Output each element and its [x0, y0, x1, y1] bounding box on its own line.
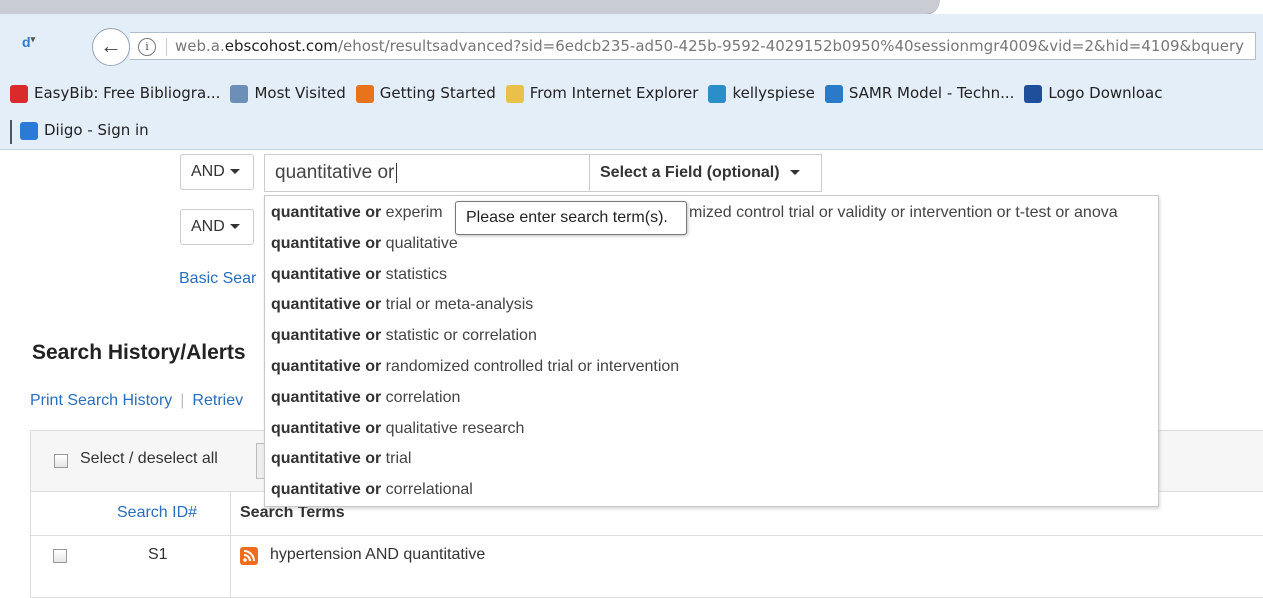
operator-value: AND: [191, 218, 225, 235]
suggestion-prefix: quantitative or: [271, 327, 382, 345]
suggestion-item[interactable]: quantitative or trial: [271, 444, 411, 474]
info-icon[interactable]: i: [138, 37, 156, 56]
url-prefix: web.a.: [175, 37, 225, 55]
header-divider: [31, 535, 1263, 536]
bookmarks-toolbar: EasyBib: Free Bibliogra... Most Visited Ge…: [10, 84, 1263, 108]
address-divider: [166, 37, 167, 56]
most-visited-icon: [230, 84, 249, 103]
bookmark-5[interactable]: SAMR Model - Techn...: [824, 84, 1015, 103]
validation-tooltip: Please enter search term(s).: [455, 201, 687, 235]
suggestion-text: trial or meta-analysis: [381, 296, 534, 314]
caret-down-icon: [789, 170, 800, 176]
suggestion-item[interactable]: quantitative or randomized controlled tr…: [271, 352, 679, 382]
bookmark-label: Logo Downloac: [1048, 84, 1163, 103]
diigo-icon: [20, 121, 38, 140]
suggestion-prefix: quantitative or: [271, 450, 382, 468]
suggestion-item[interactable]: quantitative or correlation: [271, 383, 460, 413]
autocomplete-dropdown: quantitative or experim quantitative or q…: [264, 195, 1159, 507]
page-icon: [824, 84, 843, 103]
caret-down-icon: [229, 224, 240, 230]
field-select-label: Select a Field (optional): [600, 164, 780, 181]
column-divider: [230, 491, 231, 598]
arrow-left-icon: ←: [100, 33, 122, 58]
field-select[interactable]: Select a Field (optional): [589, 154, 822, 192]
active-tab[interactable]: [0, 0, 940, 15]
url-path: /ehost/resultsadvanced?sid=6edcb235-ad50…: [337, 37, 1245, 55]
suggestion-text: qualitative research: [381, 419, 525, 437]
bookmark-label: Most Visited: [254, 84, 346, 103]
diigo-icon: d: [22, 34, 31, 50]
address-bar[interactable]: i web.a.ebscohost.com/ehost/resultsadvanc…: [130, 32, 1256, 60]
suggestion-item[interactable]: quantitative or statistic or correlation: [271, 321, 537, 351]
suggestion-text: randomized controlled trial or intervent…: [381, 358, 680, 375]
suggestion-text: correlational: [381, 481, 473, 499]
suggestion-item[interactable]: quantitative or trial or meta-analysis: [271, 290, 533, 320]
bookmark-1[interactable]: Most Visited: [230, 84, 346, 103]
suggestion-prefix: quantitative or: [271, 234, 382, 252]
suggestion-item[interactable]: quantitative or experim: [271, 198, 443, 228]
bookmark-label: SAMR Model - Techn...: [848, 84, 1015, 103]
retrieve-searches-link[interactable]: Retriev: [192, 392, 243, 409]
bookmark-4[interactable]: kellyspiese: [708, 84, 815, 103]
suggestion-prefix: quantitative or: [271, 419, 382, 437]
suggestion-prefix: quantitative or: [271, 204, 382, 221]
boolean-operator-select-1[interactable]: AND: [180, 154, 254, 190]
operator-value: AND: [191, 163, 225, 180]
wordpress-icon: [708, 84, 727, 103]
bookmark-label: Diigo - Sign in: [44, 121, 149, 140]
suggestion-text: experim: [381, 204, 443, 221]
link-separator: |: [180, 392, 185, 409]
suggestion-prefix: quantitative or: [271, 481, 382, 499]
firefox-icon: [355, 84, 374, 103]
suggestion-prefix: quantitative or: [271, 358, 382, 375]
url-domain: ebscohost.com: [224, 37, 338, 55]
boolean-operator-select-2[interactable]: AND: [180, 209, 254, 245]
suggestion-item[interactable]: quantitative or correlational: [271, 475, 473, 505]
suggestion-text-continued[interactable]: mized control trial or validity or inter…: [689, 198, 1118, 228]
print-search-history-link[interactable]: Print Search History: [30, 392, 172, 409]
back-button[interactable]: ←: [92, 28, 130, 66]
suggestion-text: qualitative: [381, 234, 458, 252]
suggestion-prefix: quantitative or: [271, 265, 382, 283]
suggestion-prefix: quantitative or: [271, 388, 382, 406]
suggestion-text: correlation: [381, 388, 461, 406]
bookmark-label: From Internet Explorer: [529, 84, 699, 103]
bookmark-0[interactable]: EasyBib: Free Bibliogra...: [10, 84, 220, 103]
easybib-icon: [10, 84, 28, 103]
search-history-title: Search History/Alerts: [32, 341, 246, 364]
bookmark-label: EasyBib: Free Bibliogra...: [34, 84, 221, 103]
text-cursor: [396, 162, 398, 183]
caret-down-icon: [229, 169, 240, 175]
folder-icon: [505, 84, 524, 103]
column-header-search-id[interactable]: Search ID#: [117, 504, 197, 522]
suggestion-item[interactable]: quantitative or statistics: [271, 260, 447, 290]
bookmarks-separator: [10, 120, 12, 144]
bookmark-3[interactable]: From Internet Explorer: [505, 84, 699, 103]
suggestion-text: statistic or correlation: [381, 327, 537, 345]
wordpress-icon: [1024, 84, 1043, 103]
search-input-value: quantitative or: [275, 162, 395, 183]
bookmark-label: kellyspiese: [732, 84, 815, 103]
history-links: Print Search History | Retriev: [30, 392, 243, 410]
search-input[interactable]: quantitative or: [264, 154, 590, 192]
suggestion-item[interactable]: quantitative or qualitative research: [271, 414, 524, 444]
bookmarks-toolbar-row2: Diigo - Sign in: [20, 121, 159, 143]
bookmark-label: Getting Started: [379, 84, 496, 103]
row-search-terms: hypertension AND quantitative: [270, 546, 486, 563]
select-all-checkbox[interactable]: [54, 454, 68, 468]
bookmark-row2-0[interactable]: Diigo - Sign in: [20, 121, 149, 140]
suggestion-text: statistics: [381, 265, 448, 283]
suggestion-prefix: quantitative or: [271, 296, 382, 314]
basic-search-link[interactable]: Basic Sear: [179, 270, 256, 288]
select-all-label: Select / deselect all: [80, 450, 218, 467]
bookmark-6[interactable]: Logo Downloac: [1024, 84, 1162, 103]
diigo-toolbar-button[interactable]: d▾: [22, 34, 50, 54]
suggestion-item[interactable]: quantitative or qualitative: [271, 229, 458, 259]
rss-icon[interactable]: [240, 547, 258, 565]
row-search-id: S1: [148, 546, 168, 563]
bookmark-2[interactable]: Getting Started: [355, 84, 496, 103]
suggestion-text: trial: [381, 450, 412, 468]
row-checkbox[interactable]: [53, 549, 67, 563]
